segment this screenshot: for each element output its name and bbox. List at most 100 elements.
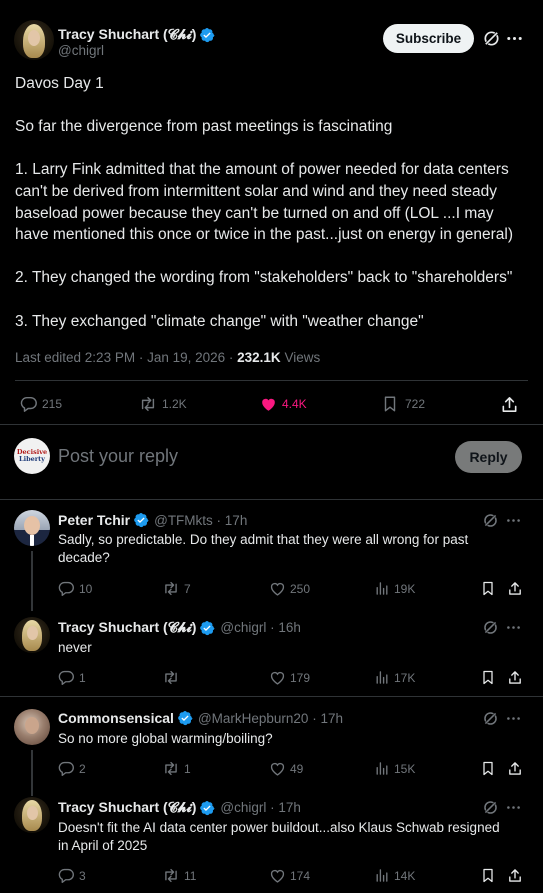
reply-author-name[interactable]: Tracy Shuchart (𝓒𝓱𝓲) bbox=[58, 619, 196, 636]
thread-line bbox=[31, 551, 33, 611]
share-icon[interactable] bbox=[507, 669, 523, 686]
reply-avatar[interactable] bbox=[14, 617, 50, 653]
bookmark-icon[interactable] bbox=[480, 669, 496, 686]
views-action[interactable]: 19K bbox=[374, 580, 415, 597]
post-line: have mentioned this once or twice in the… bbox=[15, 226, 514, 244]
post-line: Davos Day 1 bbox=[15, 75, 104, 92]
reply-handle[interactable]: @chigrl · 16h bbox=[220, 620, 301, 635]
repost-icon bbox=[165, 581, 177, 596]
reply-line: decade? bbox=[58, 550, 110, 565]
more-icon[interactable] bbox=[505, 29, 524, 48]
reply-author-name[interactable]: Peter Tchir bbox=[58, 512, 130, 528]
grok-icon[interactable] bbox=[482, 512, 499, 529]
reply-icon bbox=[58, 761, 74, 776]
more-icon[interactable] bbox=[505, 619, 522, 636]
like-icon bbox=[270, 582, 285, 596]
like-action[interactable]: 179 bbox=[269, 669, 310, 686]
views-count: 232.1K bbox=[237, 350, 281, 365]
reply-action[interactable]: 10 bbox=[58, 580, 92, 597]
user-avatar[interactable]: Decisive Liberty bbox=[14, 438, 50, 474]
like-action[interactable]: 49 bbox=[269, 760, 303, 777]
grok-icon[interactable] bbox=[482, 29, 501, 48]
reply-handle[interactable]: @chigrl · 17h bbox=[220, 800, 301, 815]
views-action[interactable]: 15K bbox=[374, 760, 415, 777]
repost-icon bbox=[141, 396, 155, 412]
repost-action[interactable] bbox=[162, 669, 184, 686]
more-icon[interactable] bbox=[505, 710, 522, 727]
reply-input[interactable]: Post your reply bbox=[58, 446, 178, 467]
reply-action[interactable]: 1 bbox=[58, 669, 86, 686]
repost-icon bbox=[165, 761, 177, 776]
more-icon[interactable] bbox=[505, 799, 522, 816]
like-icon bbox=[270, 762, 285, 776]
post-meta: Last edited 2:23 PM · Jan 19, 2026 · 232… bbox=[15, 350, 320, 365]
reply-avatar[interactable] bbox=[14, 709, 50, 745]
divider bbox=[0, 696, 543, 697]
post-line: 3. They exchanged "climate change" with … bbox=[15, 312, 424, 330]
reply-author-name[interactable]: Commonsensical bbox=[58, 710, 174, 726]
reply-handle[interactable]: @MarkHepburn20 · 17h bbox=[198, 711, 343, 726]
views-count: 15K bbox=[394, 761, 416, 776]
repost-count: 11 bbox=[184, 868, 197, 883]
grok-icon[interactable] bbox=[482, 619, 499, 636]
views-count: 17K bbox=[394, 670, 416, 685]
reply-action[interactable]: 3 bbox=[58, 867, 86, 884]
verified-badge-icon bbox=[200, 800, 215, 815]
like-count: 49 bbox=[290, 761, 304, 776]
post-body: Davos Day 1 So far the divergence from p… bbox=[15, 73, 535, 332]
reply-action[interactable]: 2 bbox=[58, 760, 86, 777]
reply-icon bbox=[58, 670, 74, 685]
reply-avatar[interactable] bbox=[14, 797, 50, 833]
reply-body: Sadly, so predictable. Do they admit tha… bbox=[58, 531, 468, 567]
reply-line: Doesn't fit the AI data center power bui… bbox=[58, 820, 500, 835]
views-icon bbox=[376, 869, 388, 882]
share-icon[interactable] bbox=[500, 395, 519, 414]
reply-button[interactable]: Reply bbox=[455, 441, 522, 473]
grok-icon[interactable] bbox=[482, 710, 499, 727]
reply-handle[interactable]: @TFMkts · 17h bbox=[154, 513, 247, 528]
repost-action[interactable]: 1.2K bbox=[138, 395, 187, 413]
like-count: 179 bbox=[290, 670, 311, 685]
bookmark-icon[interactable] bbox=[480, 580, 496, 597]
views-action[interactable]: 14K bbox=[374, 867, 415, 884]
author-name[interactable]: Tracy Shuchart (𝓒𝓱𝓲) bbox=[58, 26, 196, 43]
share-icon[interactable] bbox=[507, 580, 523, 597]
bookmark-icon[interactable] bbox=[480, 760, 496, 777]
post-line bbox=[15, 95, 535, 117]
views-icon bbox=[376, 582, 388, 595]
repost-action[interactable]: 1 bbox=[162, 760, 191, 777]
edited-timestamp[interactable]: Last edited 2:23 PM · Jan 19, 2026 · bbox=[15, 350, 237, 365]
views-label: Views bbox=[280, 350, 321, 365]
author-avatar[interactable] bbox=[14, 20, 54, 60]
bookmark-count: 722 bbox=[405, 397, 426, 411]
repost-count: 1 bbox=[184, 761, 191, 776]
verified-badge-icon bbox=[200, 27, 215, 42]
more-icon[interactable] bbox=[505, 512, 522, 529]
repost-icon bbox=[165, 670, 177, 685]
like-action[interactable]: 4.4K bbox=[259, 395, 307, 413]
share-icon[interactable] bbox=[507, 760, 523, 777]
divider bbox=[0, 424, 543, 425]
repost-action[interactable]: 7 bbox=[162, 580, 191, 597]
like-count: 4.4K bbox=[282, 397, 307, 411]
reply-count: 10 bbox=[79, 581, 93, 596]
views-count: 14K bbox=[394, 868, 416, 883]
reply-action[interactable]: 215 bbox=[20, 395, 62, 413]
repost-action[interactable]: 11 bbox=[162, 867, 196, 884]
reply-author-name[interactable]: Tracy Shuchart (𝓒𝓱𝓲) bbox=[58, 799, 196, 816]
reply-count: 2 bbox=[79, 761, 86, 776]
post-line bbox=[15, 246, 535, 268]
grok-icon[interactable] bbox=[482, 799, 499, 816]
post-line: baseload power because they can't be tur… bbox=[15, 204, 494, 222]
share-icon[interactable] bbox=[507, 867, 523, 884]
like-action[interactable]: 174 bbox=[269, 867, 310, 884]
bookmark-icon[interactable] bbox=[480, 867, 496, 884]
repost-count: 7 bbox=[184, 581, 191, 596]
reply-avatar[interactable] bbox=[14, 510, 50, 546]
like-action[interactable]: 250 bbox=[269, 580, 310, 597]
bookmark-action[interactable]: 722 bbox=[381, 395, 425, 413]
views-action[interactable]: 17K bbox=[374, 669, 415, 686]
like-count: 174 bbox=[290, 868, 311, 883]
author-handle[interactable]: @chigrl bbox=[58, 43, 104, 58]
subscribe-button[interactable]: Subscribe bbox=[383, 24, 474, 53]
